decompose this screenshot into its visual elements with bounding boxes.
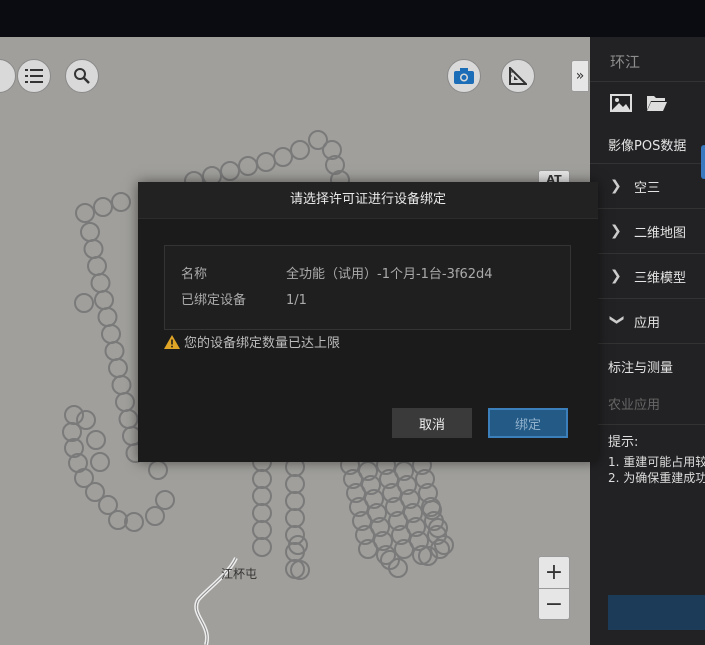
flight-waypoint-marker xyxy=(148,460,168,480)
flight-waypoint-marker xyxy=(288,535,308,555)
sidebar-item-aerotriangulation[interactable]: ❯ 空三 xyxy=(590,164,705,208)
image-icon[interactable] xyxy=(610,94,632,112)
flight-waypoint-marker xyxy=(115,392,135,412)
tips: 提示: 1. 重建可能占用较 2. 为确保重建成功 xyxy=(608,435,705,486)
flight-waypoint-marker xyxy=(97,307,118,327)
flight-waypoint-marker xyxy=(87,256,107,276)
flight-waypoint-marker xyxy=(285,508,305,528)
list-button[interactable] xyxy=(17,59,51,93)
chevron-down-icon: ❯ xyxy=(609,314,625,326)
warning-icon xyxy=(164,334,180,349)
sidebar-action-button[interactable] xyxy=(608,595,705,630)
folder-icon[interactable] xyxy=(646,94,668,112)
cancel-button[interactable]: 取消 xyxy=(392,408,472,438)
flight-waypoint-marker xyxy=(118,409,139,429)
flight-waypoint-marker xyxy=(111,192,131,212)
flight-waypoint-marker xyxy=(145,506,165,526)
warning-text: 您的设备绑定数量已达上限 xyxy=(184,336,341,351)
flight-waypoint-marker xyxy=(290,140,310,160)
flight-waypoint-marker xyxy=(108,358,128,378)
flight-waypoint-marker xyxy=(285,491,305,511)
flight-waypoint-marker xyxy=(74,293,94,313)
bound-devices-row: 已绑定设备 1/1 xyxy=(181,289,307,308)
flight-waypoint-marker xyxy=(104,341,125,361)
sidebar-item-label: 空三 xyxy=(634,180,661,196)
sidebar-item-label: 三维模型 xyxy=(634,270,687,286)
flight-waypoint-marker xyxy=(75,203,95,223)
flight-waypoint-marker xyxy=(94,290,114,310)
divider xyxy=(590,81,705,82)
flight-waypoint-marker xyxy=(285,474,305,494)
sidebar-item-3d-model[interactable]: ❯ 三维模型 xyxy=(590,254,705,298)
tips-title: 提示: xyxy=(608,435,639,450)
flight-waypoint-marker xyxy=(76,410,96,430)
flight-waypoint-marker xyxy=(285,525,305,545)
flight-waypoint-marker xyxy=(80,222,100,242)
flight-waypoint-marker xyxy=(90,452,110,472)
bound-devices-key: 已绑定设备 xyxy=(181,293,247,308)
camera-button[interactable] xyxy=(447,59,481,93)
map-place-label: 江杯屯 xyxy=(221,567,258,581)
flight-waypoint-marker xyxy=(273,147,293,167)
bind-button[interactable]: 绑定 xyxy=(488,408,568,438)
flight-waypoint-marker xyxy=(252,486,272,506)
zoom-out-button[interactable]: − xyxy=(539,589,569,620)
pos-data-label[interactable]: 影像POS数据 xyxy=(608,135,686,154)
flight-waypoint-marker xyxy=(111,375,132,395)
sub-item-agriculture[interactable]: 农业应用 xyxy=(608,394,660,413)
zoom-in-button[interactable]: + xyxy=(539,557,569,589)
license-bind-dialog: 请选择许可证进行设备绑定 名称 全功能（试用）-1个月-1台-3f62d4 已绑定… xyxy=(138,182,598,462)
sidebar-edge-tab[interactable] xyxy=(701,145,705,179)
ruler-triangle-icon xyxy=(509,67,527,85)
sidebar-icon-row xyxy=(610,94,668,112)
tip-line: 2. 为确保重建成功 xyxy=(608,471,705,485)
chevron-right-icon: ❯ xyxy=(610,223,622,239)
divider xyxy=(590,343,705,344)
bind-limit-warning: 您的设备绑定数量已达上限 xyxy=(164,332,340,351)
flight-waypoint-marker xyxy=(252,520,272,540)
flight-waypoint-marker xyxy=(256,152,276,172)
tip-line: 1. 重建可能占用较 xyxy=(608,455,705,469)
flight-waypoint-marker xyxy=(64,405,84,425)
list-icon xyxy=(25,69,43,83)
flight-waypoint-marker xyxy=(220,161,240,181)
flight-waypoint-marker xyxy=(155,490,175,510)
divider xyxy=(590,424,705,425)
sidebar-item-label: 应用 xyxy=(634,315,661,331)
measure-button[interactable] xyxy=(501,59,535,93)
search-button[interactable] xyxy=(65,59,99,93)
license-info-box[interactable]: 名称 全功能（试用）-1个月-1台-3f62d4 已绑定设备 1/1 xyxy=(164,245,571,330)
expand-sidebar-button[interactable]: » xyxy=(571,60,589,92)
license-name-key: 名称 xyxy=(181,267,208,282)
flight-waypoint-marker xyxy=(252,503,272,523)
camera-icon xyxy=(454,68,474,84)
chevron-right-icon: ❯ xyxy=(610,178,622,194)
flight-waypoint-marker xyxy=(434,535,454,555)
flight-waypoint-marker xyxy=(83,239,104,259)
sidebar-item-label: 二维地图 xyxy=(634,225,687,241)
top-bar xyxy=(0,0,705,37)
sidebar-item-applications[interactable]: ❯ 应用 xyxy=(590,299,705,343)
flight-waypoint-marker xyxy=(252,537,272,557)
dialog-title: 请选择许可证进行设备绑定 xyxy=(138,182,598,219)
zoom-control: + − xyxy=(538,556,570,620)
flight-waypoint-marker xyxy=(238,156,258,176)
search-icon xyxy=(74,68,90,84)
flight-waypoint-marker xyxy=(90,273,111,293)
flight-waypoint-marker xyxy=(93,197,113,217)
sidebar: 环江 影像POS数据 ❯ 空三 ❯ 二维地图 ❯ 三维模型 ❯ 应用 标注与测量… xyxy=(590,37,705,645)
flight-waypoint-marker xyxy=(252,469,272,489)
sidebar-item-2d-map[interactable]: ❯ 二维地图 xyxy=(590,209,705,253)
flight-waypoint-marker xyxy=(86,430,106,450)
flight-waypoint-marker xyxy=(101,324,121,344)
license-name-value: 全功能（试用）-1个月-1台-3f62d4 xyxy=(286,267,493,282)
project-title: 环江 xyxy=(610,53,641,71)
license-name-row: 名称 全功能（试用）-1个月-1台-3f62d4 xyxy=(181,263,493,282)
bound-devices-value: 1/1 xyxy=(286,293,307,308)
sub-item-annotation-measure[interactable]: 标注与测量 xyxy=(608,357,673,376)
chevron-right-icon: ❯ xyxy=(610,268,622,284)
